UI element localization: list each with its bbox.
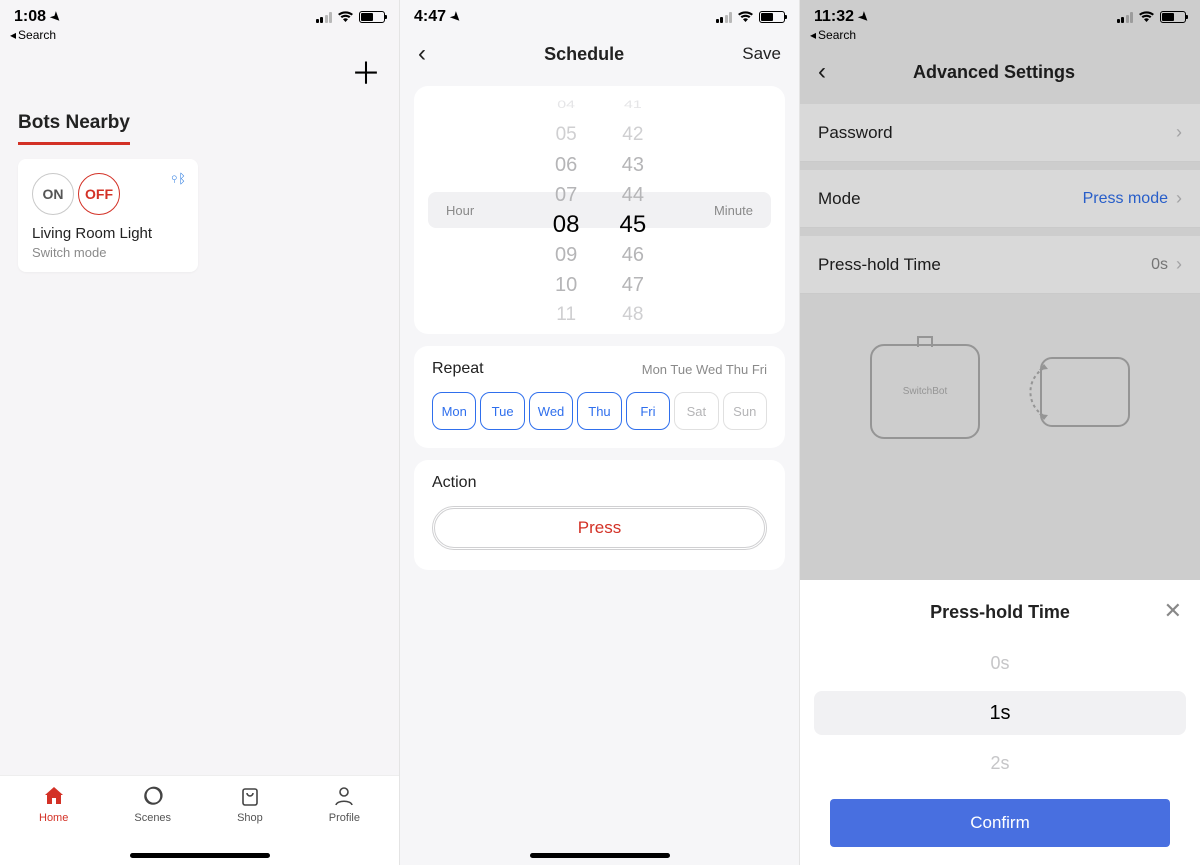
hour-column[interactable]: 04 05 06 07 08 09 10 11 12 (553, 90, 580, 330)
home-indicator (530, 853, 670, 858)
home-indicator (130, 853, 270, 858)
action-title: Action (432, 474, 767, 492)
pane-schedule: 4:47 ➤ ‹ Schedule Save Hour (400, 0, 800, 865)
tab-profile[interactable]: Profile (329, 784, 360, 865)
tab-bar: Home Scenes Shop Profile (0, 775, 399, 865)
profile-icon (332, 784, 356, 808)
repeat-title: Repeat (432, 360, 484, 378)
signal-icon (316, 12, 333, 23)
minute-column[interactable]: 41 42 43 44 45 46 47 48 49 (620, 90, 647, 330)
off-button[interactable]: OFF (78, 173, 120, 215)
location-icon: ➤ (48, 8, 65, 25)
add-button[interactable]: ＋ (351, 60, 381, 90)
time-picker[interactable]: 04 05 06 07 08 09 10 11 12 41 42 43 (414, 90, 785, 330)
day-selector: Mon Tue Wed Thu Fri Sat Sun (432, 392, 767, 430)
scenes-icon (141, 784, 165, 808)
status-bar: 4:47 ➤ (400, 0, 799, 28)
close-button[interactable]: ✕ (1164, 598, 1182, 624)
battery-icon (359, 11, 385, 23)
confirm-button[interactable]: Confirm (830, 799, 1170, 847)
day-sat[interactable]: Sat (674, 392, 718, 430)
press-button[interactable]: Press (432, 506, 767, 550)
option-0s[interactable]: 0s (800, 638, 1200, 688)
wifi-icon (737, 11, 754, 23)
pane-home: 1:08 ➤ ◂ Search ＋ Bots Nearby ⚲ (0, 0, 400, 865)
save-button[interactable]: Save (742, 44, 781, 64)
chevron-left-icon: ◂ (10, 28, 16, 42)
back-button[interactable]: ‹ (418, 40, 426, 68)
day-sun[interactable]: Sun (723, 392, 767, 430)
signal-icon (716, 12, 733, 23)
time-picker-card: Hour Minute 04 05 06 07 08 09 10 11 12 (414, 86, 785, 334)
day-thu[interactable]: Thu (577, 392, 621, 430)
device-name: Living Room Light (32, 225, 184, 242)
shop-icon (238, 784, 262, 808)
bluetooth-icon: ⚲ᛒ (170, 171, 186, 186)
device-card[interactable]: ⚲ᛒ ON OFF Living Room Light Switch mode (18, 159, 198, 272)
option-1s[interactable]: 1s (800, 688, 1200, 738)
status-bar: 1:08 ➤ (0, 0, 399, 28)
repeat-card: Repeat Mon Tue Wed Thu Fri Mon Tue Wed T… (414, 346, 785, 448)
duration-picker[interactable]: 0s 1s 2s (800, 633, 1200, 793)
device-mode: Switch mode (32, 245, 184, 260)
status-indicators (716, 11, 786, 23)
option-2s[interactable]: 2s (800, 738, 1200, 788)
tab-home[interactable]: Home (39, 784, 68, 865)
tab-bots-nearby[interactable]: Bots Nearby (18, 112, 130, 145)
action-card: Action Press (414, 460, 785, 570)
status-time: 1:08 (14, 8, 46, 26)
back-to-search[interactable]: ◂ Search (0, 28, 399, 46)
status-time: 4:47 (414, 8, 446, 26)
battery-icon (759, 11, 785, 23)
repeat-summary: Mon Tue Wed Thu Fri (642, 362, 767, 377)
press-hold-sheet: Press-hold Time ✕ 0s 1s 2s Confirm (800, 580, 1200, 865)
wifi-icon (337, 11, 354, 23)
on-button[interactable]: ON (32, 173, 74, 215)
sheet-title: Press-hold Time (930, 602, 1070, 623)
status-indicators (316, 11, 386, 23)
home-icon (42, 784, 66, 808)
day-tue[interactable]: Tue (480, 392, 524, 430)
page-title: Schedule (544, 44, 624, 65)
nav-bar: ‹ Schedule Save (400, 28, 799, 78)
day-fri[interactable]: Fri (626, 392, 670, 430)
location-icon: ➤ (448, 8, 465, 25)
pane-advanced-settings: 11:32 ➤ ◂ Search ‹ Ad (800, 0, 1200, 865)
day-mon[interactable]: Mon (432, 392, 476, 430)
day-wed[interactable]: Wed (529, 392, 573, 430)
